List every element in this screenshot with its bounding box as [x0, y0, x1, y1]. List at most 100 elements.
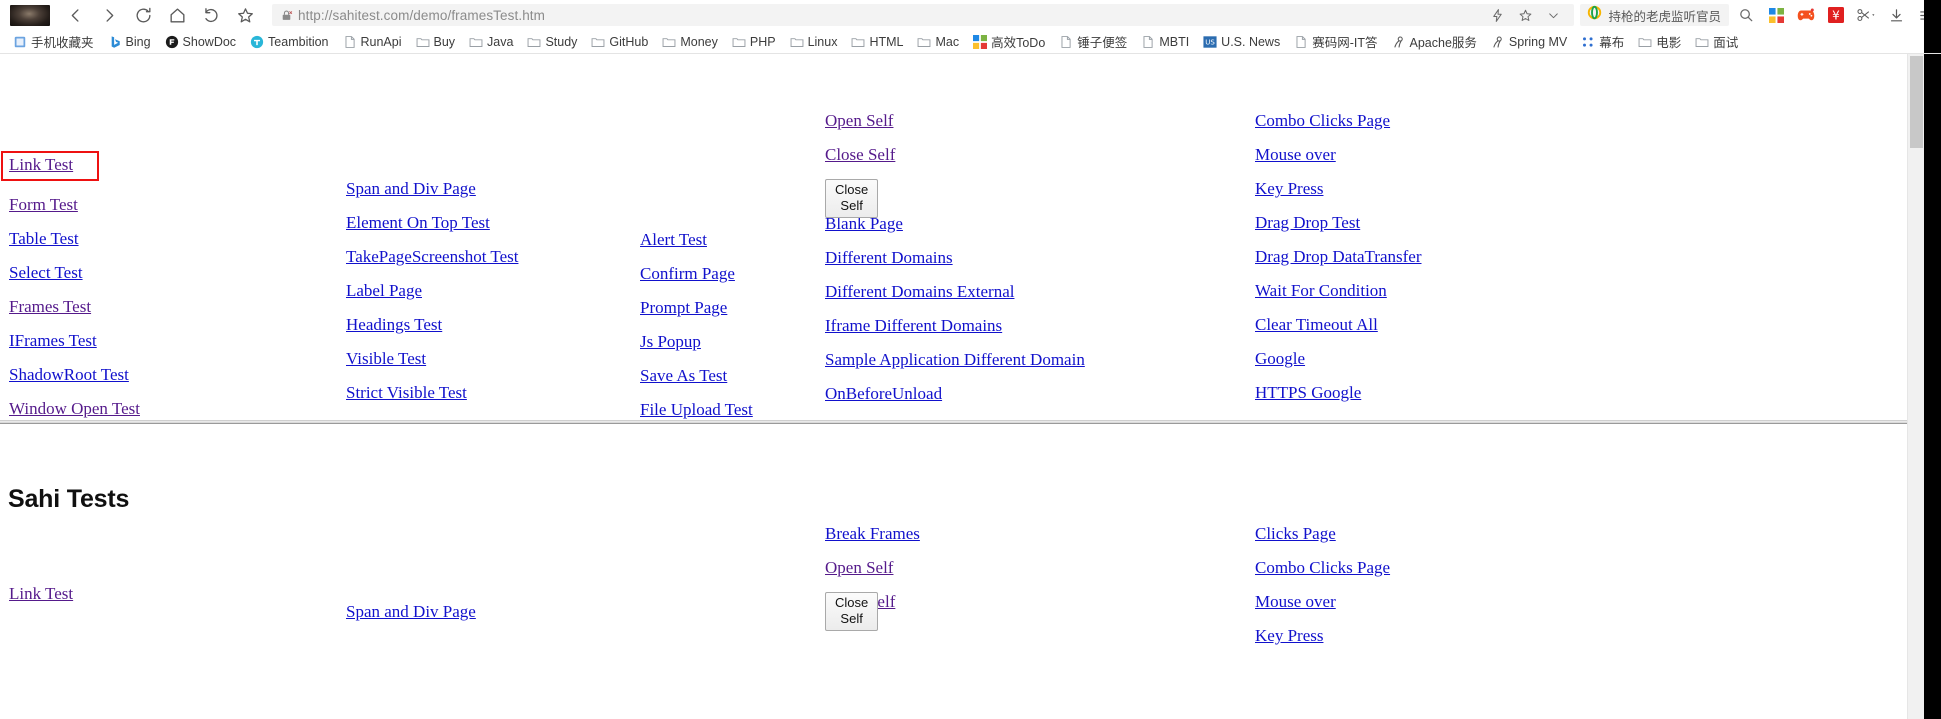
link-clear-timeout-all[interactable]: Clear Timeout All — [1255, 316, 1378, 333]
link-wait-for-condition[interactable]: Wait For Condition — [1255, 282, 1387, 299]
bookmark-item-18[interactable]: US U.S. News — [1196, 32, 1287, 52]
link-drag-drop-datatransfer[interactable]: Drag Drop DataTransfer — [1255, 248, 1422, 265]
bookmark-item-2[interactable]: Bing — [101, 32, 158, 52]
link-mouse-over[interactable]: Mouse over — [1255, 593, 1336, 610]
bookmark-item-13[interactable]: HTML — [844, 32, 910, 52]
url-star-icon[interactable] — [1512, 4, 1538, 26]
bookmark-item-6[interactable]: Buy — [409, 32, 463, 52]
bookmark-item-17[interactable]: MBTI — [1134, 32, 1196, 52]
link-strict-visible-test[interactable]: Strict Visible Test — [346, 384, 467, 401]
bookmark-item-5[interactable]: RunApi — [336, 32, 409, 52]
apache-icon — [1392, 35, 1406, 49]
link-label-page[interactable]: Label Page — [346, 282, 422, 299]
link-google[interactable]: Google — [1255, 350, 1305, 367]
link-save-as-test[interactable]: Save As Test — [640, 367, 727, 384]
link-mouse-over[interactable]: Mouse over — [1255, 146, 1336, 163]
link-takepagescreenshot-test[interactable]: TakePageScreenshot Test — [346, 248, 518, 265]
link-js-popup[interactable]: Js Popup — [640, 333, 701, 350]
lightning-icon[interactable] — [1484, 4, 1510, 26]
windows-tiles-icon[interactable] — [1761, 0, 1791, 30]
link-headings-test[interactable]: Headings Test — [346, 316, 442, 333]
back-button[interactable] — [58, 0, 92, 30]
window-scrollbar[interactable] — [1907, 54, 1924, 719]
window-edge-bookmarks — [1924, 30, 1941, 53]
bookmark-item-4[interactable]: Teambition — [243, 32, 335, 52]
link-different-domains-external[interactable]: Different Domains External — [825, 283, 1014, 300]
link-span-and-div-page[interactable]: Span and Div Page — [346, 603, 476, 620]
account-chip[interactable]: 持枪的老虎监听官员 — [1580, 4, 1729, 26]
reload-button[interactable] — [126, 0, 160, 30]
bookmark-item-1[interactable]: 手机收藏夹 — [6, 32, 101, 52]
bookmark-item-9[interactable]: GitHub — [584, 32, 655, 52]
link-drag-drop-test[interactable]: Drag Drop Test — [1255, 214, 1360, 231]
search-icon[interactable] — [1731, 0, 1761, 30]
link-open-self[interactable]: Open Self — [825, 559, 893, 576]
close-self-button-bottom[interactable]: Close Self — [825, 592, 879, 631]
link-table-test[interactable]: Table Test — [9, 230, 79, 247]
bookmark-item-24[interactable]: 面试 — [1688, 32, 1745, 52]
bookmark-item-12[interactable]: Linux — [783, 32, 845, 52]
bookmark-label: 锤子便签 — [1077, 36, 1128, 50]
site-info-icon[interactable] — [278, 7, 294, 23]
bookmark-item-23[interactable]: 电影 — [1631, 32, 1688, 52]
bookmark-item-15[interactable]: 高效ToDo — [966, 32, 1052, 52]
link-window-open-test[interactable]: Window Open Test — [9, 400, 140, 417]
bookmark-item-20[interactable]: Apache服务 — [1385, 32, 1484, 52]
device-icon — [13, 35, 27, 49]
chevron-down-icon[interactable] — [1540, 4, 1566, 26]
bookmark-label: 电影 — [1656, 36, 1682, 50]
link-form-test[interactable]: Form Test — [9, 196, 78, 213]
link-sample-application-different-domain[interactable]: Sample Application Different Domain — [825, 351, 1085, 368]
link-onbeforeunload[interactable]: OnBeforeUnload — [825, 385, 942, 402]
game-controller-icon[interactable] — [1791, 0, 1821, 30]
link-element-on-top-test[interactable]: Element On Top Test — [346, 214, 490, 231]
link-key-press[interactable]: Key Press — [1255, 180, 1323, 197]
address-bar[interactable]: http://sahitest.com/demo/framesTest.htm — [272, 4, 1575, 26]
link-select-test[interactable]: Select Test — [9, 264, 83, 281]
link-frames-test[interactable]: Frames Test — [9, 298, 91, 315]
link-iframe-different-domains[interactable]: Iframe Different Domains — [825, 317, 1002, 334]
link-combo-clicks-page[interactable]: Combo Clicks Page — [1255, 112, 1390, 129]
account-name: 持枪的老虎监听官员 — [1608, 9, 1721, 24]
frame-divider[interactable] — [0, 420, 1924, 424]
link-visible-test[interactable]: Visible Test — [346, 350, 426, 367]
bookmark-item-7[interactable]: Java — [462, 32, 520, 52]
bookmark-item-19[interactable]: 赛码网-IT答 — [1287, 32, 1384, 52]
link-prompt-page[interactable]: Prompt Page — [640, 299, 727, 316]
bookmark-item-14[interactable]: Mac — [910, 32, 966, 52]
link-span-and-div-page[interactable]: Span and Div Page — [346, 180, 476, 197]
link-close-self[interactable]: Close Self — [825, 146, 895, 163]
close-self-button[interactable]: Close Self — [825, 179, 879, 218]
link-combo-clicks-page[interactable]: Combo Clicks Page — [1255, 559, 1390, 576]
link-confirm-page[interactable]: Confirm Page — [640, 265, 735, 282]
link-key-press[interactable]: Key Press — [1255, 627, 1323, 644]
link-blank-page[interactable]: Blank Page — [825, 215, 903, 232]
home-button[interactable] — [160, 0, 194, 30]
link-shadowroot-test[interactable]: ShadowRoot Test — [9, 366, 129, 383]
bookmark-item-11[interactable]: PHP — [725, 32, 783, 52]
profile-avatar[interactable] — [10, 4, 50, 26]
window-scroll-thumb[interactable] — [1910, 56, 1923, 148]
link-file-upload-test[interactable]: File Upload Test — [640, 401, 753, 418]
scissors-icon[interactable] — [1851, 0, 1881, 30]
bookmark-item-10[interactable]: Money — [655, 32, 725, 52]
bookmark-item-3[interactable]: ShowDoc — [158, 32, 244, 52]
link-alert-test[interactable]: Alert Test — [640, 231, 707, 248]
link-link-test[interactable]: Link Test — [9, 155, 73, 174]
bookmark-item-16[interactable]: 锤子便签 — [1052, 32, 1134, 52]
link-open-self[interactable]: Open Self — [825, 112, 893, 129]
download-icon[interactable] — [1881, 0, 1911, 30]
link-iframes-test[interactable]: IFrames Test — [9, 332, 97, 349]
bookmark-item-22[interactable]: 幕布 — [1574, 32, 1631, 52]
bookmark-item-8[interactable]: Study — [520, 32, 584, 52]
link-different-domains[interactable]: Different Domains — [825, 249, 953, 266]
link-link-test[interactable]: Link Test — [9, 585, 73, 602]
link-clicks-page[interactable]: Clicks Page — [1255, 525, 1336, 542]
bookmark-item-21[interactable]: Spring MV — [1484, 32, 1574, 52]
link-https-google[interactable]: HTTPS Google — [1255, 384, 1361, 401]
link-break-frames[interactable]: Break Frames — [825, 525, 920, 542]
yen-coupon-icon[interactable]: ¥ — [1821, 0, 1851, 30]
bookmark-star-button[interactable] — [228, 0, 262, 30]
forward-button[interactable] — [92, 0, 126, 30]
history-back-button[interactable] — [194, 0, 228, 30]
